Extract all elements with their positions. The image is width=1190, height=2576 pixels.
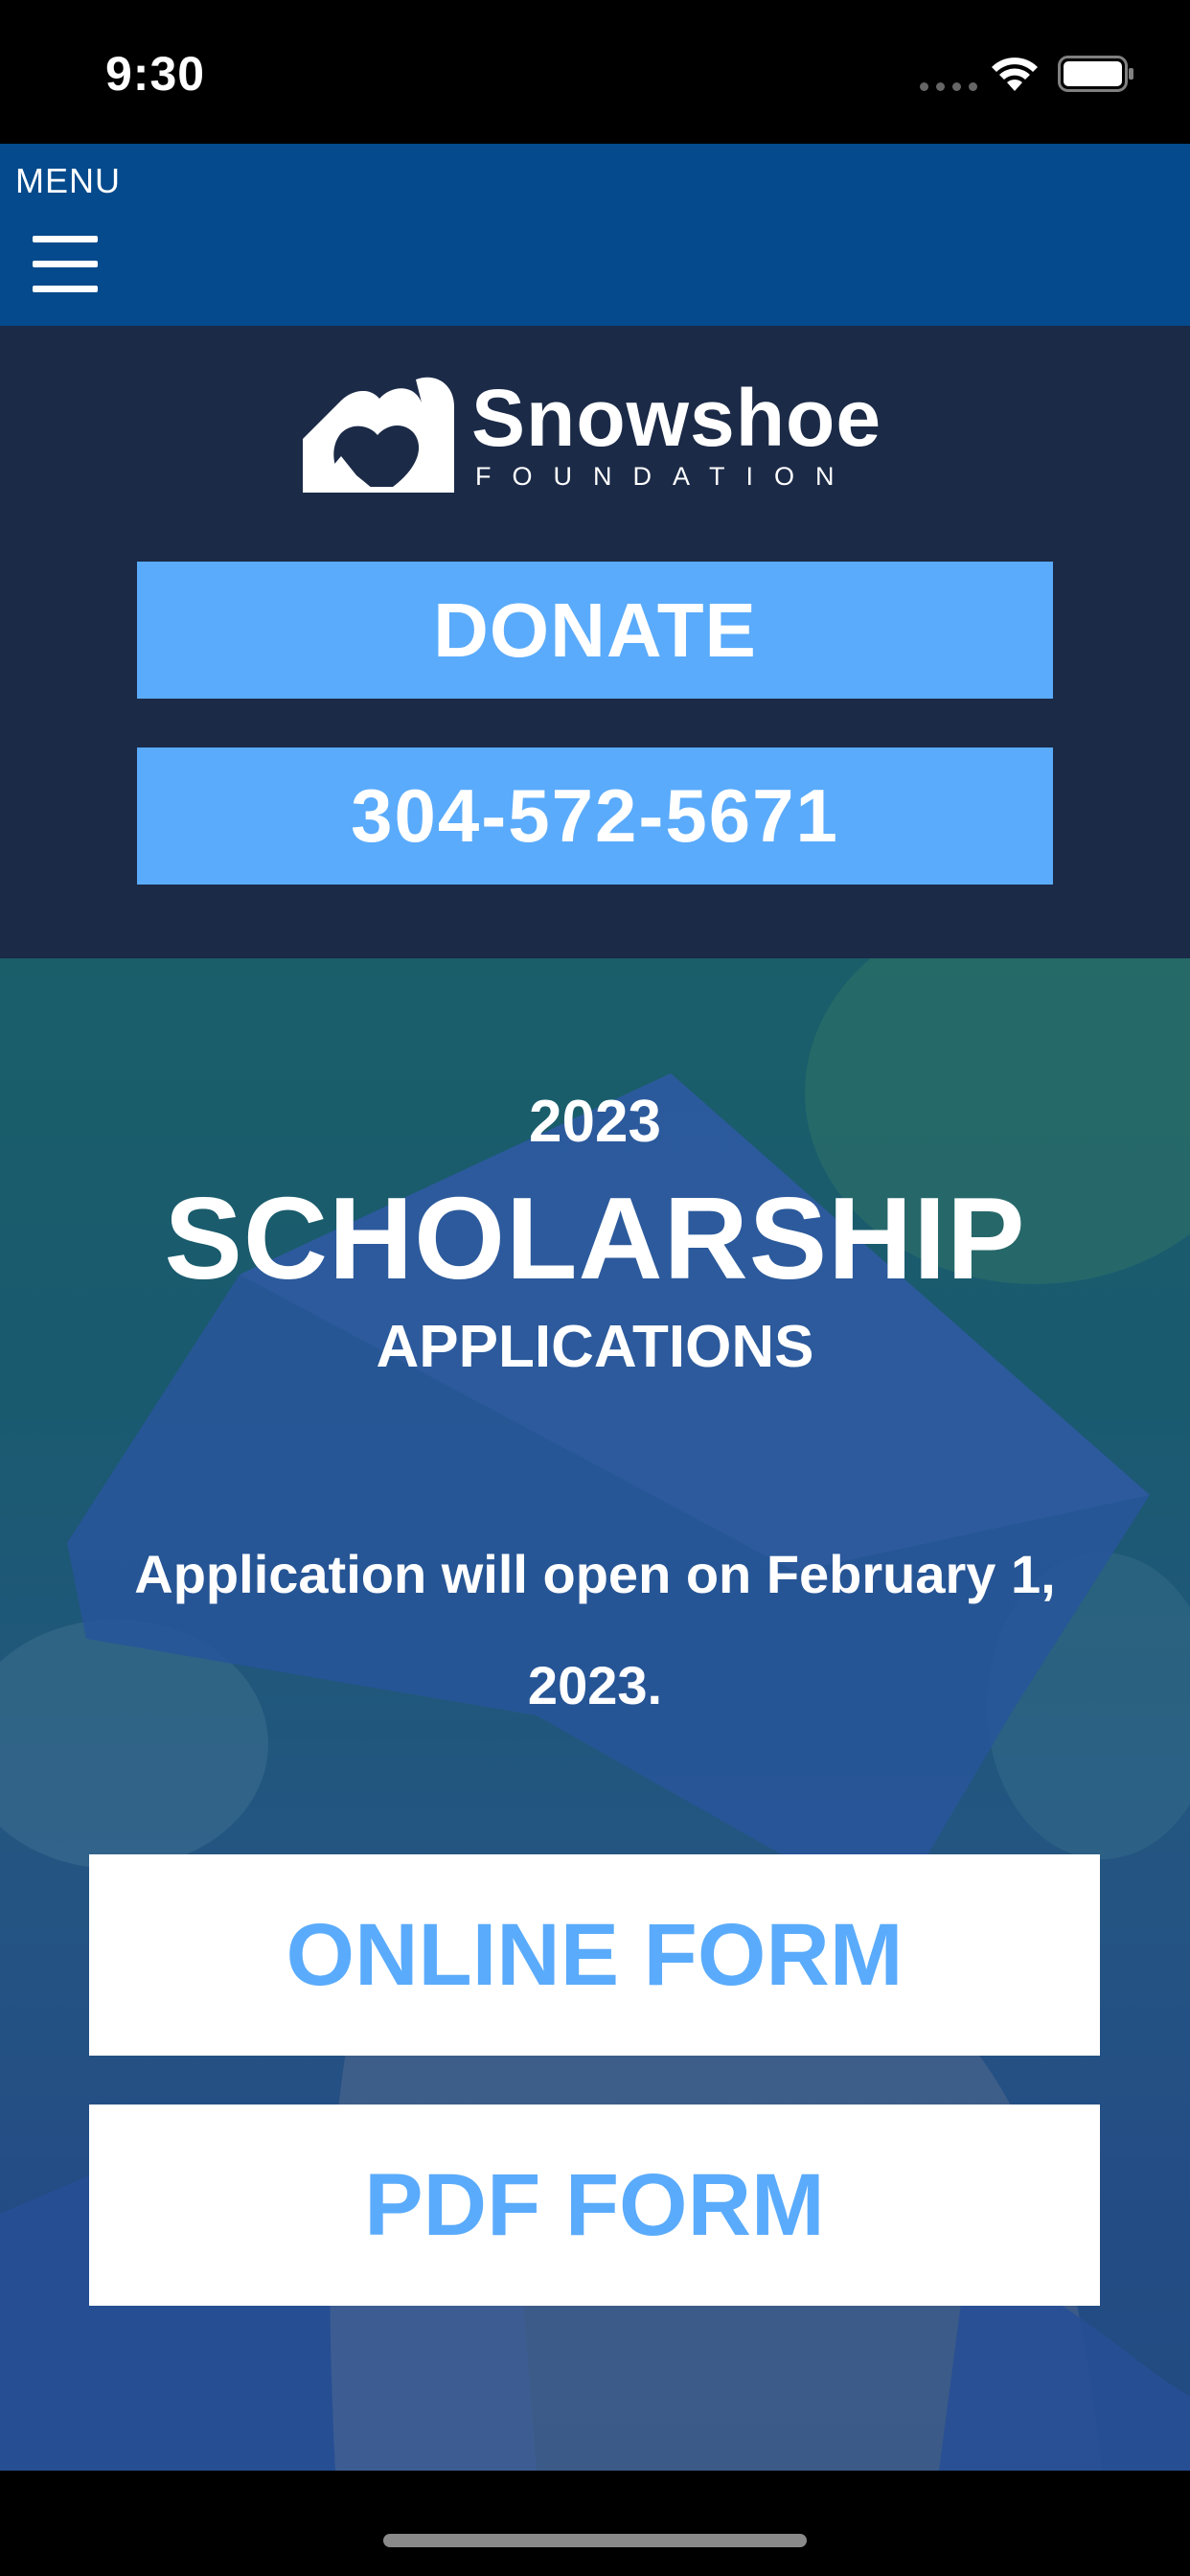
home-indicator[interactable] (383, 2534, 807, 2547)
application-open-message: Application will open on February 1, 202… (134, 1544, 1056, 1715)
hero-subtitle: APPLICATIONS (376, 1314, 814, 1380)
wifi-icon (992, 58, 1038, 91)
bottom-bar (0, 2471, 1190, 2576)
status-time: 9:30 (105, 47, 206, 101)
foundation-logo[interactable]: Snowshoe FOUNDATION (303, 373, 887, 493)
hero-year: 2023 (529, 1089, 661, 1155)
menu-bar (0, 144, 1190, 326)
hamburger-icon[interactable] (33, 236, 98, 293)
donate-button[interactable]: DONATE (137, 562, 1053, 699)
phone-button[interactable]: 304-572-5671 (137, 748, 1053, 885)
signal-icon (920, 82, 977, 91)
logo-name: Snowshoe (471, 373, 882, 463)
pdf-form-button[interactable]: PDF FORM (89, 2104, 1100, 2306)
menu-label[interactable]: MENU (15, 161, 121, 201)
hero-title: SCHOLARSHIP (164, 1173, 1026, 1303)
battery-icon (1058, 56, 1133, 92)
heart-logo-icon (303, 377, 454, 493)
logo-subtitle: FOUNDATION (475, 462, 856, 491)
online-form-button[interactable]: ONLINE FORM (89, 1854, 1100, 2056)
